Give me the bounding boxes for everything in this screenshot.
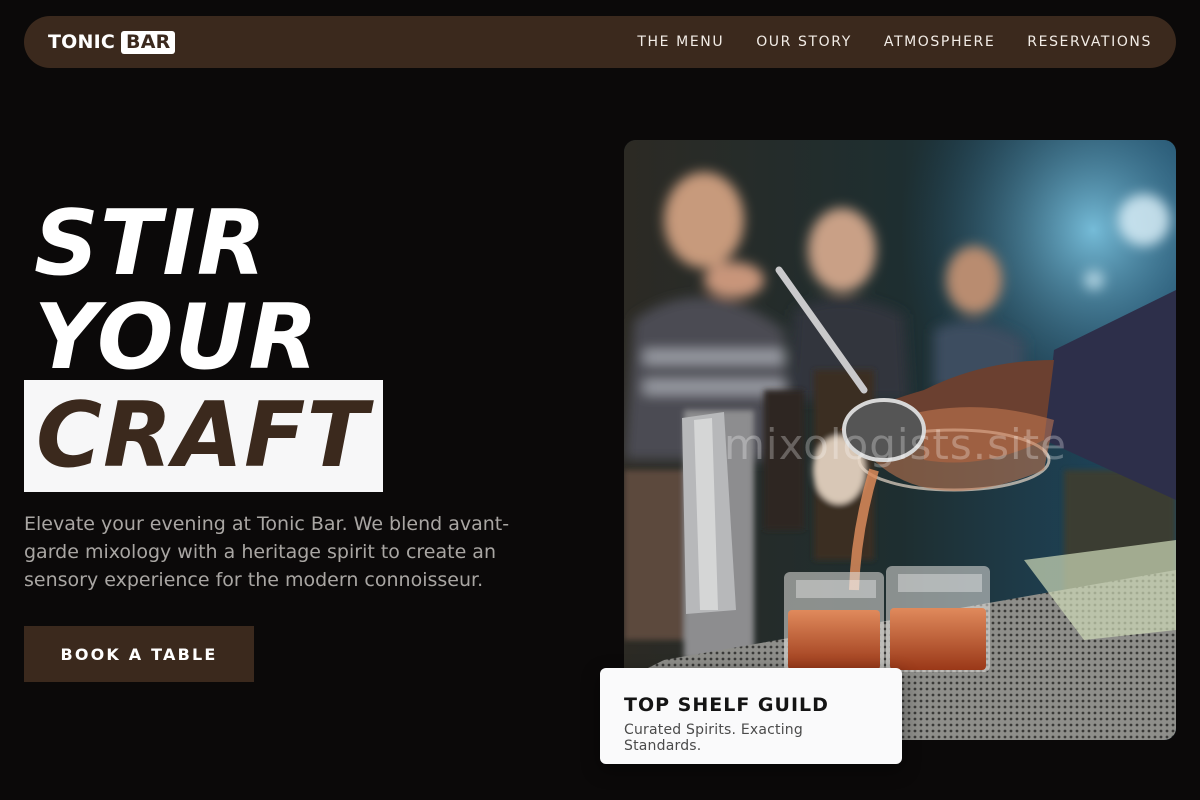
top-nav: TONIC BAR THE MENU OUR STORY ATMOSPHERE …	[24, 16, 1176, 68]
card-subtitle: Curated Spirits. Exacting Standards.	[624, 722, 803, 754]
info-card: TOP SHELF GUILD Curated Spirits. Exactin…	[600, 668, 902, 764]
headline-line-2: YOUR	[34, 285, 319, 390]
nav-links: THE MENU OUR STORY ATMOSPHERE RESERVATIO…	[637, 34, 1152, 50]
hero-description: Elevate your evening at Tonic Bar. We bl…	[24, 513, 510, 591]
headline-highlight: CRAFT	[24, 380, 383, 492]
headline-line-1: STIR	[34, 191, 267, 296]
nav-link-menu[interactable]: THE MENU	[637, 34, 724, 50]
card-title: TOP SHELF GUILD	[624, 694, 829, 716]
brand-badge: BAR	[121, 30, 176, 54]
nav-link-our-story[interactable]: OUR STORY	[756, 34, 852, 50]
brand-logo[interactable]: TONIC BAR	[48, 30, 176, 54]
nav-link-reservations[interactable]: RESERVATIONS	[1027, 34, 1152, 50]
photo-watermark: mixologists.site	[724, 420, 1067, 469]
brand-word: TONIC	[48, 31, 116, 53]
nav-link-atmosphere[interactable]: ATMOSPHERE	[884, 34, 995, 50]
book-table-button[interactable]: BOOK A TABLE	[24, 626, 254, 682]
hero-photo: mixologists.site	[624, 140, 1176, 740]
hero-headline: STIR YOUR CRAFT	[24, 196, 383, 492]
